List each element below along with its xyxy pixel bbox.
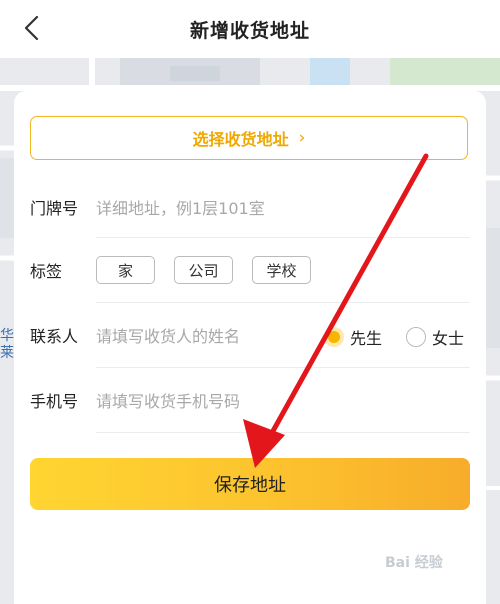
gender-male-label: 先生 xyxy=(350,329,383,348)
divider xyxy=(96,432,470,433)
gender-male-option[interactable]: 先生 xyxy=(324,325,382,349)
radio-checked-icon xyxy=(324,327,344,347)
address-form-card: 选择收货地址 › 门牌号 详细地址，例1层101室 标签 家 公司 学校 联系人… xyxy=(14,91,486,604)
tag-home[interactable]: 家 xyxy=(96,256,155,284)
select-address-label: 选择收货地址 xyxy=(192,130,289,149)
tag-row: 标签 家 公司 学校 xyxy=(30,246,470,294)
gender-female-option[interactable]: 女士 xyxy=(406,325,464,349)
contact-label: 联系人 xyxy=(30,327,79,346)
door-number-label: 门牌号 xyxy=(30,199,79,218)
tag-company[interactable]: 公司 xyxy=(174,256,233,284)
tag-label: 标签 xyxy=(30,262,63,281)
door-number-input[interactable]: 详细地址，例1层101室 xyxy=(96,195,265,219)
chevron-left-icon xyxy=(24,15,39,41)
tag-school[interactable]: 学校 xyxy=(252,256,311,284)
divider xyxy=(96,237,470,238)
phone-input[interactable]: 请填写收货手机号码 xyxy=(96,388,240,412)
divider xyxy=(96,302,470,303)
page-title: 新增收货地址 xyxy=(189,19,310,42)
save-address-button[interactable]: 保存地址 xyxy=(30,458,470,510)
contact-row: 联系人 请填写收货人的姓名 xyxy=(30,311,470,359)
door-number-row: 门牌号 详细地址，例1层101室 xyxy=(30,183,470,231)
phone-label: 手机号 xyxy=(30,392,79,411)
chevron-right-icon: › xyxy=(298,128,306,148)
phone-row: 手机号 请填写收货手机号码 xyxy=(30,376,470,424)
radio-unchecked-icon xyxy=(406,327,426,347)
gender-female-label: 女士 xyxy=(432,329,465,348)
page-header: 新增收货地址 xyxy=(0,0,500,58)
back-button[interactable] xyxy=(18,13,48,43)
divider xyxy=(96,367,470,368)
contact-name-input[interactable]: 请填写收货人的姓名 xyxy=(96,323,240,347)
select-address-button[interactable]: 选择收货地址 › xyxy=(30,116,468,160)
watermark: Bai 经验 xyxy=(385,555,443,571)
